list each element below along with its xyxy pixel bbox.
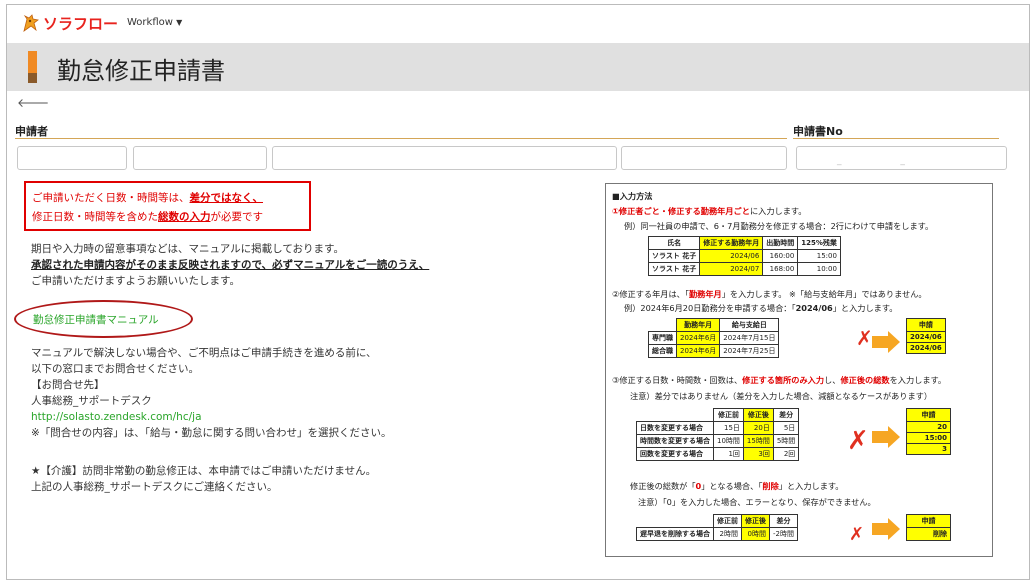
step-2-example: 例）2024年6月20日勤務分を申請する場合：「2024/06」と入力します。	[624, 303, 898, 313]
step-4: 修正後の総数が「0」となる場合、「削除」と入力します。	[630, 481, 844, 491]
step-4-note: 注意）「0」を入力した場合、エラーとなり、保存ができません。	[638, 497, 876, 507]
care-line: 上記の人事総務_サポートデスクにご連絡ください。	[31, 481, 278, 493]
applicant-field-1[interactable]	[17, 146, 127, 170]
request-no-field[interactable]: _ _	[796, 146, 1007, 170]
applicant-label: 申請者	[15, 125, 48, 138]
guide-line-emphasis: 承認された申請内容がそのまま反映されますので、必ずマニュアルをご一読のうえ、	[31, 259, 430, 271]
dragon-logo-icon	[21, 13, 41, 33]
right-arrow-icon	[872, 331, 900, 353]
notice-emphasis: 総数の入力	[158, 211, 211, 223]
title-accent-bar	[28, 51, 37, 83]
caret-down-icon: ▼	[176, 18, 183, 27]
example-table-1: 氏名 修正する勤務年月 出勤時間 125%残業 ソラスト 花子 2024/06 160:0…	[647, 236, 841, 276]
apply-table-3: 申請 20 15:00 3	[906, 408, 951, 455]
step-3-note: 注意）差分ではありません（差分を入力した場合、減額となるケースがあります）	[630, 391, 933, 401]
cross-mark-icon: ✗	[856, 326, 873, 350]
back-arrow-icon[interactable]: 🡐	[17, 95, 49, 110]
contact-line: 人事総務_サポートデスク	[31, 395, 152, 407]
notice-emphasis: 差分ではなく、	[189, 192, 264, 204]
step-1-example: 例）同一社員の申請で、6・7月勤務分を修正する場合：2行にわけて申請をします。	[624, 221, 934, 231]
request-no-divider	[793, 138, 999, 139]
support-url-link[interactable]: http://solasto.zendesk.com/hc/ja	[31, 409, 392, 425]
example-table-4: 修正前 修正後 差分 遅早退を削除する場合 2時間 0時間 -2時間	[636, 514, 798, 541]
instruction-heading: ■入力方法	[612, 191, 653, 201]
apply-table-4: 申請 削除	[906, 514, 951, 541]
workflow-menu[interactable]: Workflow ▼	[127, 17, 182, 28]
contact-line: ※「問合せの内容」は、「給与・勤怠に関する問い合わせ」を選択ください。	[31, 427, 392, 439]
apply-table-2: 申請 2024/06 2024/06	[906, 318, 946, 354]
contact-text: マニュアルで解決しない場合や、ご不明点はご申請手続きを進める前に、 以下の窓口ま…	[31, 345, 392, 441]
applicant-field-2[interactable]	[133, 146, 267, 170]
logo-text: ソラフロー	[43, 14, 119, 33]
notice-text: 修正日数・時間等を含めた	[32, 211, 158, 223]
step-1: ①修正者ごと・修正する勤務年月ごとに入力します。	[612, 206, 807, 216]
contact-line: マニュアルで解決しない場合や、ご不明点はご申請手続きを進める前に、	[31, 347, 377, 359]
notice-box: ご申請いただく日数・時間等は、差分ではなく、 修正日数・時間等を含めた総数の入力…	[24, 181, 311, 231]
guide-line: 期日や入力時の留意事項などは、マニュアルに掲載しております。	[31, 243, 345, 255]
right-arrow-icon	[872, 518, 900, 540]
app-logo[interactable]: ソラフロー	[21, 12, 118, 34]
app-frame: ソラフロー Workflow ▼ 勤怠修正申請書 🡐 申請者 申請書No _ _…	[6, 4, 1030, 580]
request-no-label: 申請書No	[793, 125, 843, 138]
request-no-value: _ _	[837, 156, 933, 166]
guide-line: ご申請いただけますようお願いいたします。	[31, 275, 240, 287]
step-2: ②修正する年月は、「勤務年月」を入力します。 ※「給与支給年月」ではありません。	[612, 289, 927, 299]
applicant-field-4[interactable]	[621, 146, 787, 170]
title-bar: 勤怠修正申請書	[7, 43, 1029, 91]
top-bar: ソラフロー Workflow ▼	[7, 5, 1029, 43]
notice-text: が必要です	[210, 211, 264, 223]
instruction-image: ■入力方法 ①修正者ごと・修正する勤務年月ごとに入力します。 例）同一社員の申請…	[605, 183, 993, 557]
guide-text: 期日や入力時の留意事項などは、マニュアルに掲載しております。 承認された申請内容…	[31, 241, 429, 289]
contact-line: 【お問合せ先】	[31, 379, 105, 391]
contact-line: 以下の窓口までお問合せください。	[31, 363, 199, 375]
example-table-2: 勤務年月 給与支給日 専門職 2024年6月 2024年7月15日 総合職 2024年6…	[648, 318, 780, 358]
example-table-3: 修正前 修正後 差分 日数を変更する場合 15日 20日 5日 時間数を変更する場合 10時…	[636, 408, 800, 461]
manual-link[interactable]: 勤怠修正申請書マニュアル	[33, 312, 159, 327]
applicant-divider	[15, 138, 787, 139]
notice-text: ご申請いただく日数・時間等は、	[32, 192, 190, 204]
care-text: ★【介護】訪問非常勤の勤怠修正は、本申請ではご申請いただけません。 上記の人事総…	[31, 463, 376, 495]
page-title: 勤怠修正申請書	[57, 57, 225, 85]
care-line: ★【介護】訪問非常勤の勤怠修正は、本申請ではご申請いただけません。	[31, 465, 377, 477]
applicant-field-3[interactable]	[272, 146, 617, 170]
step-3: ③修正する日数・時間数・回数は、修正する箇所のみ入力し、修正後の総数を入力します…	[612, 375, 947, 385]
cross-mark-icon: ✗	[849, 524, 865, 545]
cross-mark-icon: ✗	[847, 426, 869, 456]
right-arrow-icon	[872, 426, 900, 448]
workflow-menu-label: Workflow	[127, 17, 173, 28]
